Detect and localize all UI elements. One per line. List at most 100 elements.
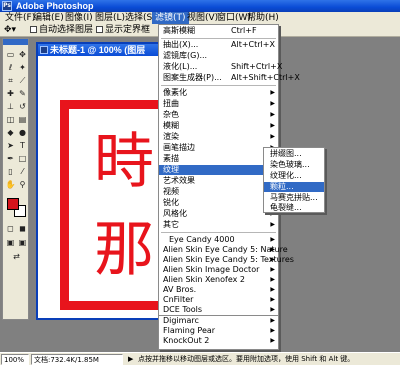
filter-menu-item[interactable]: 艺术效果▶	[159, 176, 278, 186]
texture-submenu-item[interactable]: 马赛克拼贴...	[264, 193, 324, 203]
auto-select-option[interactable]: 自动选择图层	[30, 26, 93, 35]
filter-menu-label: DCE Tools	[163, 305, 203, 314]
eraser-tool-icon[interactable]: ◫	[5, 114, 16, 125]
status-arrow-icon[interactable]: ▶	[126, 354, 134, 365]
filter-menu-item[interactable]: 其它 ▶	[159, 220, 278, 230]
dodge-tool-icon[interactable]: ●	[17, 127, 28, 138]
title-bar: Ps Adobe Photoshop	[0, 0, 400, 12]
filter-menu-item[interactable]: 抽出(X)... Alt+Ctrl+X	[159, 40, 278, 50]
filter-menu-shortcut: Alt+Ctrl+X	[231, 40, 275, 49]
toolbox-header[interactable]	[3, 39, 28, 45]
standard-mode-icon[interactable]: ◻	[5, 223, 16, 234]
eyedropper-icon[interactable]: ⁄	[17, 166, 28, 177]
zoom-tool-icon[interactable]: ⚲	[17, 179, 28, 190]
texture-submenu-item[interactable]: 拼缀图...	[264, 149, 324, 159]
marquee-tool-icon[interactable]: ▭	[5, 49, 16, 60]
quick-mask-icon[interactable]: ◼	[17, 223, 28, 234]
shape-tool-icon[interactable]: □	[17, 153, 28, 164]
filter-menu-item[interactable]: 像素化 ▶	[159, 88, 278, 98]
document-title[interactable]: 未标题-1 @ 100% (图层	[38, 44, 162, 56]
foreground-color-swatch[interactable]	[7, 198, 19, 210]
submenu-arrow-icon: ▶	[270, 306, 275, 313]
lasso-tool-icon[interactable]: ℓ	[5, 62, 16, 73]
screen-mode-2-icon[interactable]: ▣	[17, 237, 28, 248]
pen-tool-icon[interactable]: ✒	[5, 153, 16, 164]
magic-wand-icon[interactable]: ✦	[17, 62, 28, 73]
hand-tool-icon[interactable]: ✋	[5, 179, 16, 190]
filter-menu-label: KnockOut 2	[163, 336, 210, 345]
filter-menu-item[interactable]: Alien Skin Eye Candy 5: Textures ▶	[159, 255, 294, 265]
document-icon	[40, 46, 48, 54]
move-tool-icon[interactable]: ✥	[17, 49, 28, 60]
filter-menu-label: 图案生成器(P)...	[163, 73, 222, 82]
slice-tool-icon[interactable]: ⟋	[17, 75, 28, 86]
healing-brush-icon[interactable]: ✚	[5, 88, 16, 99]
filter-menu-item[interactable]: 视频▶	[159, 187, 278, 197]
filter-menu-bottom: Digimarc ▶ Flaming Pear ▶ KnockOut 2 ▶	[158, 316, 279, 350]
zoom-field[interactable]: 100%	[1, 354, 29, 365]
status-bar: 100% 文档:732.4K/1.85M ▶ 点按并拖移以移动图层或选区。要用附…	[0, 352, 400, 365]
document-title-text: 未标题-1 @ 100% (图层	[50, 45, 146, 55]
filter-menu-item[interactable]: 渲染 ▶	[159, 132, 278, 142]
blur-tool-icon[interactable]: ◆	[5, 127, 16, 138]
stamp-tool-icon[interactable]: ⊥	[5, 101, 16, 112]
filter-menu-label: 高斯模糊	[163, 26, 195, 35]
filter-menu-item[interactable]: 液化(L)... Shift+Ctrl+X	[159, 62, 282, 72]
menu-bar: 文件(F) 编辑(E) 图像(I) 图层(L) 选择(S) 滤镜(T) 视图(V…	[0, 12, 400, 24]
filter-menu-item[interactable]: Flaming Pear ▶	[159, 326, 278, 336]
filter-menu-item[interactable]: 高斯模糊 Ctrl+F	[159, 26, 278, 36]
menu-image[interactable]: 图像(I)	[62, 12, 96, 24]
filter-menu-item[interactable]: 模糊 ▶	[159, 121, 278, 131]
crop-tool-icon[interactable]: ⌗	[5, 75, 16, 86]
path-select-icon[interactable]: ➤	[5, 140, 16, 151]
filter-menu-shortcut: Alt+Shift+Ctrl+X	[231, 73, 300, 82]
filter-menu-label: 液化(L)...	[163, 62, 198, 71]
show-bounds-option[interactable]: 显示定界框	[96, 26, 150, 35]
seal-char-bottom: 那	[94, 215, 154, 285]
filter-menu-label: Eye Candy 4000	[169, 235, 235, 244]
filter-menu-item[interactable]: AV Bros. ▶	[159, 285, 278, 295]
filter-menu-item[interactable]: Alien Skin Xenofex 2 ▶	[159, 275, 278, 285]
auto-select-checkbox[interactable]	[30, 26, 37, 33]
notes-tool-icon[interactable]: ▯	[5, 166, 16, 177]
filter-menu-item[interactable]: 扭曲 ▶	[159, 99, 278, 109]
filter-menu-item[interactable]: KnockOut 2 ▶	[159, 336, 278, 346]
texture-submenu-item[interactable]: 染色玻璃...	[264, 160, 324, 170]
jump-to-imageready-icon[interactable]: ⇄	[11, 251, 22, 262]
texture-submenu-item[interactable]: 纹理化...	[264, 171, 324, 181]
show-bounds-checkbox[interactable]	[96, 26, 103, 33]
submenu-arrow-icon: ▶	[270, 111, 275, 118]
filter-menu-item[interactable]: Eye Candy 4000 ▶	[159, 235, 278, 245]
filter-menu-label: Alien Skin Xenofex 2	[163, 275, 245, 284]
history-brush-icon[interactable]: ↺	[17, 101, 28, 112]
filter-menu: 高斯模糊 Ctrl+F 抽出(X)... Alt+Ctrl+X 滤镜库(G)... …	[158, 24, 300, 316]
filter-menu-label: 滤镜库(G)...	[163, 51, 208, 60]
submenu-arrow-icon: ▶	[270, 296, 275, 303]
brush-tool-icon[interactable]: ✎	[17, 88, 28, 99]
canvas[interactable]: 時 那	[42, 60, 160, 316]
filter-menu-item-texture[interactable]: 纹理▶	[159, 165, 278, 175]
texture-submenu-item[interactable]: 龟裂缝...	[264, 203, 324, 213]
filter-menu-item[interactable]: Alien Skin Eye Candy 5: Nature ▶	[159, 245, 288, 255]
texture-submenu-item-grain[interactable]: 颗粒...	[264, 182, 324, 192]
filter-menu-item[interactable]: 素描▶	[159, 154, 278, 164]
filter-menu-label: 锐化	[163, 198, 179, 207]
filter-menu-item[interactable]: 杂色 ▶	[159, 110, 278, 120]
type-tool-icon[interactable]: T	[17, 140, 28, 151]
filter-menu-item[interactable]: 风格化 ▶	[159, 209, 278, 219]
filter-menu-item[interactable]: 锐化▶	[159, 198, 278, 208]
menu-help[interactable]: 帮助(H)	[244, 12, 282, 24]
gradient-tool-icon[interactable]: ▤	[17, 114, 28, 125]
move-tool-icon[interactable]: ✥▾	[4, 26, 16, 35]
filter-menu-item[interactable]: Alien Skin Image Doctor ▶	[159, 265, 278, 275]
filter-menu-label: 画笔描边	[163, 143, 195, 152]
doc-size-field[interactable]: 文档:732.4K/1.85M	[31, 354, 123, 365]
filter-menu-item[interactable]: 画笔描边▶	[159, 143, 278, 153]
filter-menu-item[interactable]: 图案生成器(P)... Alt+Shift+Ctrl+X	[159, 73, 300, 83]
filter-menu-item[interactable]: 滤镜库(G)...	[159, 51, 278, 61]
filter-menu-item[interactable]: Digimarc ▶	[159, 316, 278, 326]
filter-menu-item[interactable]: CnFilter ▶	[159, 295, 278, 305]
filter-menu-item[interactable]: DCE Tools ▶	[159, 305, 278, 315]
screen-mode-1-icon[interactable]: ▣	[5, 237, 16, 248]
texture-submenu: 拼缀图... 染色玻璃... 纹理化... 颗粒... 马赛克拼贴... 龟裂缝…	[263, 147, 325, 213]
